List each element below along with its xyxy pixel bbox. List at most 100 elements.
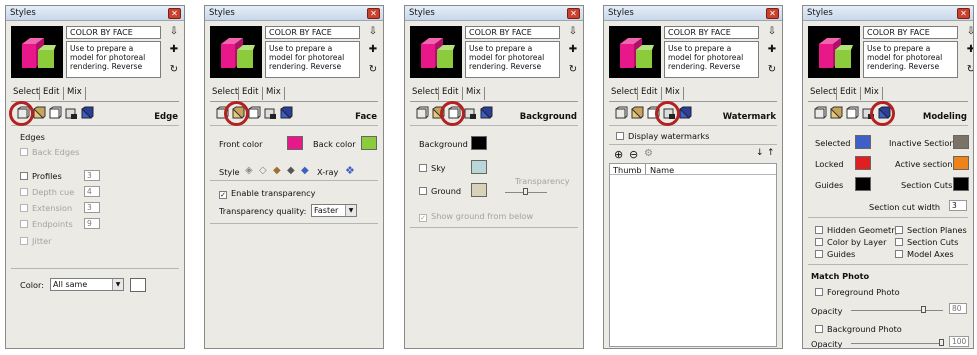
remove-watermark-icon[interactable]: ⊖: [629, 148, 638, 161]
shaded-style-icon[interactable]: ◆: [273, 165, 281, 176]
close-button[interactable]: ✕: [766, 8, 779, 19]
section-cuts-color-swatch[interactable]: [953, 177, 969, 191]
modeling-settings-icon[interactable]: [279, 106, 293, 120]
tab-mix[interactable]: Mix: [266, 87, 281, 97]
modeling-settings-icon[interactable]: [80, 106, 94, 120]
selected-color-swatch[interactable]: [855, 135, 871, 149]
hidden-line-style-icon[interactable]: ◇: [259, 165, 267, 176]
face-settings-icon[interactable]: [829, 106, 843, 120]
tab-edit[interactable]: Edit: [840, 87, 856, 97]
tab-select[interactable]: Select: [13, 87, 39, 97]
close-button[interactable]: ✕: [567, 8, 580, 19]
style-description-field[interactable]: Use to prepare a model for photoreal ren…: [66, 41, 161, 78]
move-up-icon[interactable]: ↑: [767, 148, 775, 158]
title-bar[interactable]: Styles ✕: [803, 6, 973, 21]
background-settings-icon[interactable]: [845, 106, 859, 120]
update-style-icon[interactable]: ⇩: [765, 26, 779, 37]
background-photo-checkbox[interactable]: Background Photo: [815, 324, 902, 334]
update-style-icon[interactable]: ⇩: [366, 26, 380, 37]
style-name-field[interactable]: COLOR BY FACE: [863, 26, 958, 39]
create-style-icon[interactable]: ✚: [366, 44, 380, 55]
refresh-icon[interactable]: ↻: [566, 64, 580, 75]
background-color-swatch[interactable]: [471, 136, 487, 150]
sky-color-swatch[interactable]: [471, 160, 487, 174]
col-thumb-header[interactable]: Thumb: [613, 165, 642, 175]
bg-opacity-input[interactable]: 100: [949, 336, 969, 347]
edge-color-swatch[interactable]: [130, 278, 146, 292]
title-bar[interactable]: Styles ✕: [205, 6, 383, 21]
style-name-field[interactable]: COLOR BY FACE: [265, 26, 360, 39]
create-style-icon[interactable]: ✚: [964, 44, 973, 55]
wireframe-style-icon[interactable]: ◈: [245, 165, 253, 176]
transparency-quality-dropdown[interactable]: Faster ▼: [311, 204, 357, 217]
extension-input[interactable]: 3: [84, 202, 100, 213]
add-watermark-icon[interactable]: ⊕: [614, 148, 623, 161]
tab-mix[interactable]: Mix: [864, 87, 879, 97]
bg-opacity-slider[interactable]: [851, 343, 943, 344]
tab-edit[interactable]: Edit: [641, 87, 657, 97]
section-cut-width-input[interactable]: 3: [949, 200, 967, 211]
display-watermarks-checkbox[interactable]: Display watermarks: [616, 131, 709, 141]
hidden-geometry-checkbox[interactable]: Hidden Geometry: [815, 225, 899, 235]
slider-thumb[interactable]: [921, 306, 926, 313]
watermark-settings-icon[interactable]: [64, 106, 78, 120]
profiles-checkbox[interactable]: Profiles: [20, 171, 62, 181]
edge-color-dropdown[interactable]: All same ▼: [50, 278, 124, 291]
close-button[interactable]: ✕: [957, 8, 970, 19]
tab-select[interactable]: Select: [611, 87, 637, 97]
guides-color-swatch[interactable]: [855, 177, 871, 191]
modeling-settings-icon[interactable]: [678, 106, 692, 120]
show-ground-from-below-checkbox[interactable]: ✓ Show ground from below: [419, 211, 533, 222]
edge-settings-icon[interactable]: [813, 106, 827, 120]
back-edges-checkbox[interactable]: Back Edges: [20, 147, 79, 157]
style-description-field[interactable]: Use to prepare a model for photoreal ren…: [664, 41, 759, 78]
create-style-icon[interactable]: ✚: [566, 44, 580, 55]
tab-edit[interactable]: Edit: [442, 87, 458, 97]
back-color-swatch[interactable]: [361, 136, 377, 150]
tab-select[interactable]: Select: [212, 87, 238, 97]
ground-checkbox[interactable]: Ground: [419, 186, 461, 196]
style-name-field[interactable]: COLOR BY FACE: [66, 26, 161, 39]
update-style-icon[interactable]: ⇩: [167, 26, 181, 37]
sky-checkbox[interactable]: Sky: [419, 163, 446, 173]
style-name-field[interactable]: COLOR BY FACE: [664, 26, 759, 39]
edge-settings-icon[interactable]: [614, 106, 628, 120]
tab-select[interactable]: Select: [412, 87, 438, 97]
jitter-checkbox[interactable]: Jitter: [20, 236, 52, 246]
watermark-settings-gear-icon[interactable]: ⚙: [644, 148, 653, 159]
tab-mix[interactable]: Mix: [466, 87, 481, 97]
endpoints-input[interactable]: 9: [84, 218, 100, 229]
modeling-settings-icon[interactable]: [479, 106, 493, 120]
front-color-swatch[interactable]: [287, 136, 303, 150]
face-settings-icon[interactable]: [630, 106, 644, 120]
watermark-settings-icon[interactable]: [463, 106, 477, 120]
enable-transparency-checkbox[interactable]: ✓ Enable transparency: [219, 188, 316, 199]
tab-mix[interactable]: Mix: [67, 87, 82, 97]
shaded-textures-style-icon[interactable]: ◆: [287, 165, 295, 176]
edge-settings-icon[interactable]: [415, 106, 429, 120]
tab-mix[interactable]: Mix: [665, 87, 680, 97]
refresh-icon[interactable]: ↻: [964, 64, 973, 75]
section-planes-checkbox[interactable]: Section Planes: [895, 225, 967, 235]
tab-select[interactable]: Select: [810, 87, 836, 97]
move-down-icon[interactable]: ↓: [756, 148, 764, 158]
title-bar[interactable]: Styles ✕: [6, 6, 184, 21]
monochrome-style-icon[interactable]: ◆: [301, 165, 309, 176]
title-bar[interactable]: Styles ✕: [604, 6, 782, 21]
slider-thumb[interactable]: [523, 188, 528, 195]
locked-color-swatch[interactable]: [855, 156, 871, 170]
extension-checkbox[interactable]: Extension: [20, 203, 72, 213]
model-axes-checkbox[interactable]: Model Axes: [895, 249, 954, 259]
update-style-icon[interactable]: ⇩: [566, 26, 580, 37]
slider-thumb[interactable]: [939, 339, 944, 346]
background-settings-icon[interactable]: [48, 106, 62, 120]
face-settings-icon[interactable]: [32, 106, 46, 120]
foreground-photo-checkbox[interactable]: Foreground Photo: [815, 287, 900, 297]
tab-edit[interactable]: Edit: [43, 87, 59, 97]
inactive-section-color-swatch[interactable]: [953, 135, 969, 149]
guides-checkbox[interactable]: Guides: [815, 249, 855, 259]
refresh-icon[interactable]: ↻: [366, 64, 380, 75]
col-name-header[interactable]: Name: [650, 165, 674, 175]
style-description-field[interactable]: Use to prepare a model for photoreal ren…: [863, 41, 958, 78]
active-section-color-swatch[interactable]: [953, 156, 969, 170]
